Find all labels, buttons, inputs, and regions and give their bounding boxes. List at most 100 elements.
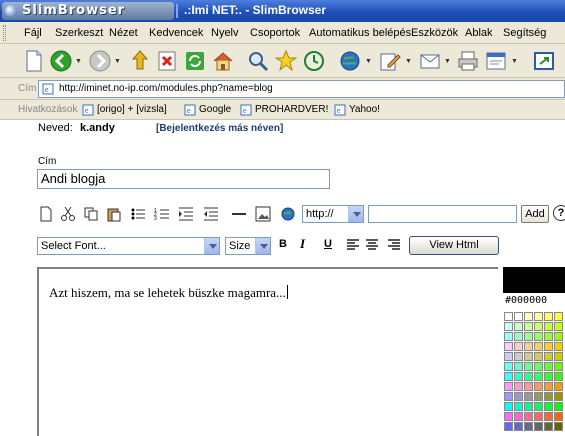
color-swatch[interactable] [524,382,533,391]
color-swatch[interactable] [524,342,533,351]
color-swatch[interactable] [554,322,563,331]
menu-eszkozok[interactable]: Eszközök [411,27,458,39]
menu-ablak[interactable]: Ablak [465,27,493,39]
source-dropdown-icon[interactable]: ▼ [511,58,518,65]
globe-icon[interactable] [338,49,362,73]
color-swatch[interactable] [534,372,543,381]
paste-icon[interactable] [106,206,122,222]
bullet-list-icon[interactable] [130,206,146,222]
color-swatch[interactable] [504,342,513,351]
numbered-list-icon[interactable]: 123 [154,206,170,222]
view-html-button[interactable]: View Html [409,236,499,255]
menu-csoportok[interactable]: Csoportok [250,27,300,39]
outdent-icon[interactable] [203,206,219,222]
color-swatch[interactable] [504,372,513,381]
insert-link-globe-icon[interactable] [280,206,296,222]
underline-button[interactable]: U [324,238,332,250]
rich-text-editor[interactable]: Azt hiszem, ma se lehetek büszke magamra… [37,267,498,436]
color-swatch[interactable] [544,372,553,381]
color-swatch[interactable] [554,402,563,411]
print-icon[interactable] [456,49,480,73]
color-swatch[interactable] [534,362,543,371]
color-swatch[interactable] [514,412,523,421]
color-swatch[interactable] [504,362,513,371]
link-prohardver[interactable]: e PROHARDVER! [240,104,328,116]
new-doc-icon[interactable] [38,206,54,222]
color-swatch[interactable] [524,402,533,411]
link-google[interactable]: e Google [184,104,231,116]
color-swatch[interactable] [524,332,533,341]
link-origo-vizsla[interactable]: e [origo] + [vizsla] [82,104,167,116]
color-swatch[interactable] [544,412,553,421]
menu-nezet[interactable]: Nézet [109,27,138,39]
color-swatch[interactable] [534,402,543,411]
color-swatch[interactable] [514,342,523,351]
color-swatch[interactable] [524,372,533,381]
color-swatch[interactable] [554,332,563,341]
color-swatch[interactable] [544,322,553,331]
link-url-input[interactable] [368,205,517,223]
color-swatch[interactable] [544,342,553,351]
color-swatch[interactable] [544,332,553,341]
color-swatch[interactable] [544,422,553,431]
color-swatch[interactable] [514,312,523,321]
color-swatch[interactable] [554,422,563,431]
color-swatch[interactable] [534,412,543,421]
align-right-icon[interactable] [387,238,401,252]
new-page-icon[interactable] [22,49,46,73]
color-swatch[interactable] [504,422,513,431]
italic-button[interactable]: I [300,236,305,252]
color-swatch[interactable] [554,392,563,401]
color-swatch[interactable] [554,362,563,371]
menu-automatikus-belepes[interactable]: Automatikus belépés [309,27,411,39]
color-swatch[interactable] [544,382,553,391]
horizontal-rule-icon[interactable] [231,206,247,222]
edit-pencil-icon[interactable] [378,49,402,73]
back-icon[interactable] [49,49,73,73]
chevron-down-icon[interactable] [255,238,270,254]
relogin-link[interactable]: [Bejelentkezés más néven] [156,123,283,134]
link-yahoo[interactable]: e Yahoo! [334,104,380,116]
color-swatch[interactable] [534,332,543,341]
color-swatch[interactable] [534,342,543,351]
color-swatch[interactable] [524,352,533,361]
view-source-icon[interactable] [484,49,508,73]
globe-dropdown-icon[interactable]: ▼ [365,58,372,65]
search-icon[interactable] [246,49,270,73]
menu-kedvencek[interactable]: Kedvencek [149,27,203,39]
color-swatch[interactable] [514,392,523,401]
color-swatch[interactable] [524,322,533,331]
color-swatch[interactable] [534,322,543,331]
favorites-star-icon[interactable] [274,49,298,73]
color-swatch[interactable] [534,382,543,391]
color-swatch[interactable] [504,402,513,411]
color-swatch[interactable] [524,412,533,421]
color-swatch[interactable] [544,352,553,361]
color-swatch[interactable] [514,362,523,371]
color-swatch[interactable] [554,412,563,421]
color-swatch[interactable] [504,322,513,331]
color-swatch[interactable] [554,342,563,351]
align-center-icon[interactable] [365,238,379,252]
color-swatch[interactable] [554,352,563,361]
menu-fajl[interactable]: Fájl [24,27,42,39]
indent-icon[interactable] [178,206,194,222]
address-input[interactable]: e http://iminet.no-ip.com/modules.php?na… [38,80,565,98]
stop-icon[interactable] [155,49,179,73]
align-left-icon[interactable] [346,238,360,252]
color-swatch[interactable] [554,382,563,391]
toolbar-grip[interactable] [3,25,6,41]
full-screen-icon[interactable] [532,49,556,73]
color-swatch[interactable] [504,412,513,421]
color-swatch[interactable] [534,392,543,401]
history-icon[interactable] [302,49,326,73]
home-icon[interactable] [211,49,235,73]
color-swatch[interactable] [544,362,553,371]
color-swatch[interactable] [504,312,513,321]
color-swatch[interactable] [554,372,563,381]
forward-icon[interactable] [88,49,112,73]
refresh-icon[interactable] [183,49,207,73]
color-swatch[interactable] [504,352,513,361]
up-arrow-icon[interactable] [128,49,152,73]
bold-button[interactable]: B [279,238,287,250]
